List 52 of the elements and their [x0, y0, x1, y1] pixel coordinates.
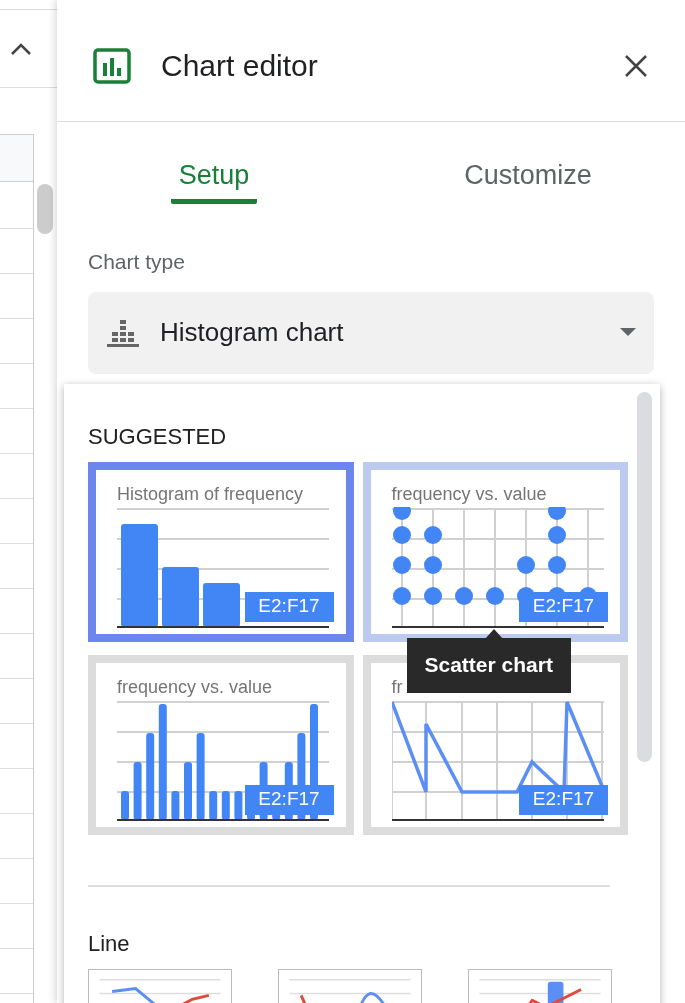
data-point [423, 525, 442, 544]
data-point [392, 555, 411, 574]
range-label: E2:F17 [244, 591, 334, 622]
chart-title: Histogram of frequency [117, 484, 305, 503]
bar [209, 790, 218, 820]
combo-chart-icon[interactable] [468, 968, 612, 1003]
chart-title: fr [391, 677, 404, 696]
tab[interactable]: Customize [371, 122, 685, 204]
window-title: Chart editor [161, 48, 318, 84]
data-point [392, 586, 411, 605]
chart-title: frequency vs. value [391, 484, 548, 503]
bar [234, 790, 243, 820]
line-chart-icon[interactable] [88, 968, 232, 1003]
chart-suggestion-card[interactable]: frequency vs. value E2:F17 [88, 654, 354, 835]
section-heading: SUGGESTED [88, 425, 228, 448]
data-point [547, 506, 566, 520]
field-label: Chart type [88, 249, 186, 275]
range-label: E2:F17 [244, 784, 334, 815]
bar [162, 566, 199, 627]
data-point [547, 525, 566, 544]
bar-chart-icon [93, 47, 131, 84]
range-label: E2:F17 [519, 591, 608, 622]
dropdown-caret-icon [620, 328, 636, 337]
dropdown-value: Histogram chart [160, 316, 344, 349]
chart-suggestion-card[interactable]: Histogram of frequency E2:F17 [88, 461, 354, 642]
tooltip-arrow [484, 628, 503, 639]
collapse-up-icon[interactable] [9, 41, 33, 57]
data-point [423, 555, 442, 574]
tab[interactable]: Setup [57, 122, 371, 204]
close-icon[interactable] [623, 52, 649, 79]
data-point [423, 586, 442, 605]
menu-scrollbar-thumb[interactable] [637, 391, 652, 762]
bar [184, 761, 192, 820]
bar [133, 761, 142, 820]
data-point [485, 586, 504, 605]
chart-suggestion-card[interactable]: frequency vs. value E2:F17 [362, 461, 628, 642]
range-label: E2:F17 [519, 784, 608, 815]
bar [203, 582, 240, 627]
bar [171, 790, 180, 820]
data-point [392, 525, 411, 544]
data-point [392, 506, 411, 520]
smooth-line-chart-icon[interactable] [278, 968, 422, 1003]
bar [121, 790, 129, 820]
chart-type-dropdown[interactable]: Histogram chart [88, 291, 654, 374]
bar [221, 790, 230, 820]
data-point [516, 555, 535, 574]
data-point [547, 555, 566, 574]
group-heading: Line [88, 932, 131, 955]
scrollbar-thumb[interactable] [37, 184, 53, 234]
chart-title: frequency vs. value [117, 677, 274, 696]
data-point [454, 586, 473, 605]
histogram-icon [106, 317, 140, 348]
